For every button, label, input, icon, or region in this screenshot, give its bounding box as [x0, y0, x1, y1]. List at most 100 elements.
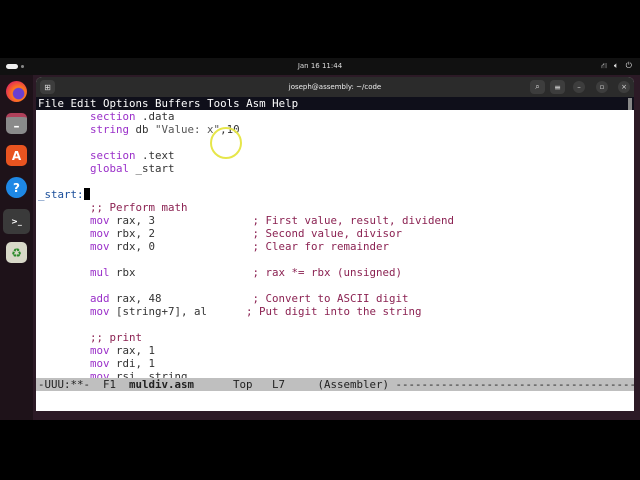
- system-tray[interactable]: ⛙ 🔈︎ ⏻: [601, 61, 632, 71]
- help-icon[interactable]: ?: [6, 177, 27, 198]
- code-comment: ; Put digit into the string: [246, 305, 422, 318]
- code-keyword: mov: [90, 370, 110, 378]
- major-mode: (Assembler) ----------------------------…: [317, 378, 634, 391]
- code-text: db: [129, 123, 156, 136]
- code-keyword: section: [90, 149, 136, 162]
- code-keyword: string: [90, 123, 130, 136]
- code-text: rsi, string: [109, 370, 188, 378]
- close-icon[interactable]: ×: [618, 81, 630, 93]
- mode-status: -UUU:**- F1: [38, 378, 130, 391]
- code-line: mov rax, 1: [38, 344, 634, 357]
- code-line: mul rbx ; rax *= rbx (unsigned): [38, 266, 634, 279]
- code-line: mov rax, 3 ; First value, result, divide…: [38, 214, 634, 227]
- menu-options[interactable]: Options: [103, 97, 149, 110]
- minimize-icon[interactable]: –: [573, 81, 585, 93]
- code-keyword: mov: [90, 305, 110, 318]
- code-keyword: mov: [90, 227, 110, 240]
- code-text: _start: [129, 162, 175, 175]
- code-keyword: mov: [90, 240, 110, 253]
- code-line: mov [string+7], al ; Put digit into the …: [38, 305, 634, 318]
- code-text: rbx: [109, 266, 253, 279]
- code-keyword: global: [90, 162, 130, 175]
- maximize-icon[interactable]: ▫: [596, 81, 608, 93]
- menu-file[interactable]: File: [38, 97, 64, 110]
- code-comment: ;; Perform math: [90, 201, 188, 214]
- buffer-name: muldiv.asm: [129, 378, 195, 391]
- code-keyword: add: [90, 292, 110, 305]
- trash-icon[interactable]: ♻: [6, 242, 27, 263]
- top-panel: Jan 16 11:44 ⛙ 🔈︎ ⏻: [0, 58, 640, 75]
- dock: – A ? >_ ♻: [0, 75, 33, 420]
- code-text: "Value: x": [155, 123, 221, 136]
- code-text: .text: [135, 149, 175, 162]
- code-line: mov rdx, 0 ; Clear for remainder: [38, 240, 634, 253]
- text-cursor: [83, 188, 91, 200]
- code-keyword: mov: [90, 357, 110, 370]
- code-line: section .text: [38, 149, 634, 162]
- clock[interactable]: Jan 16 11:44: [0, 62, 640, 70]
- code-text: ,10: [220, 123, 240, 136]
- network-icon: ⛙: [601, 61, 607, 70]
- menu-edit[interactable]: Edit: [71, 97, 97, 110]
- hamburger-menu-icon[interactable]: ≡: [550, 80, 565, 94]
- terminal-icon[interactable]: >_: [3, 209, 30, 234]
- code-line: section .data: [38, 110, 634, 123]
- menu-asm[interactable]: Asm: [246, 97, 266, 110]
- code-line: string db "Value: x",10: [38, 123, 634, 136]
- menu-buffers[interactable]: Buffers: [155, 97, 201, 110]
- code-line: mov rbx, 2 ; Second value, divisor: [38, 227, 634, 240]
- code-keyword: mov: [90, 214, 110, 227]
- desktop: Jan 16 11:44 ⛙ 🔈︎ ⏻ – A ? >_ ♻ ⊞ joseph@…: [0, 58, 640, 420]
- code-comment: ; Clear for remainder: [252, 240, 390, 253]
- editor-buffer[interactable]: section .data string db "Value: x",10 se…: [36, 110, 634, 378]
- code-text: rdi, 1: [109, 357, 156, 370]
- emacs-menu-bar: File Edit Options Buffers Tools Asm Help: [36, 97, 634, 110]
- code-comment: ;; print: [90, 331, 143, 344]
- code-text: .data: [135, 110, 175, 123]
- code-line: global _start: [38, 162, 634, 175]
- scrollbar[interactable]: [628, 98, 632, 110]
- firefox-icon[interactable]: [6, 81, 27, 102]
- volume-icon: 🔈︎: [613, 61, 619, 70]
- search-icon[interactable]: ⌕: [530, 80, 545, 94]
- code-line: _start:: [38, 188, 634, 201]
- code-text: rax, 48: [109, 292, 253, 305]
- files-icon[interactable]: –: [6, 113, 27, 134]
- echo-area[interactable]: [36, 391, 634, 411]
- power-icon: ⏻: [625, 61, 632, 70]
- menu-help[interactable]: Help: [272, 97, 298, 110]
- code-line: mov rdi, 1: [38, 357, 634, 370]
- terminal-window: ⊞ joseph@assembly: ~/code ⌕ ≡ – ▫ × File…: [36, 77, 634, 411]
- menu-tools[interactable]: Tools: [207, 97, 240, 110]
- app-center-icon[interactable]: A: [6, 145, 27, 166]
- mode-line: -UUU:**- F1 muldiv.asm Top L7 (Assembler…: [36, 378, 634, 391]
- code-text: rbx, 2: [109, 227, 253, 240]
- code-line: mov rsi, string: [38, 370, 634, 378]
- code-text: [string+7], al: [109, 305, 247, 318]
- code-comment: ; rax *= rbx (unsigned): [252, 266, 403, 279]
- code-text: rax, 1: [109, 344, 156, 357]
- code-comment: ; Convert to ASCII digit: [252, 292, 409, 305]
- code-line: ;; Perform math: [38, 201, 634, 214]
- code-keyword: mul: [90, 266, 110, 279]
- code-comment: ; Second value, divisor: [252, 227, 403, 240]
